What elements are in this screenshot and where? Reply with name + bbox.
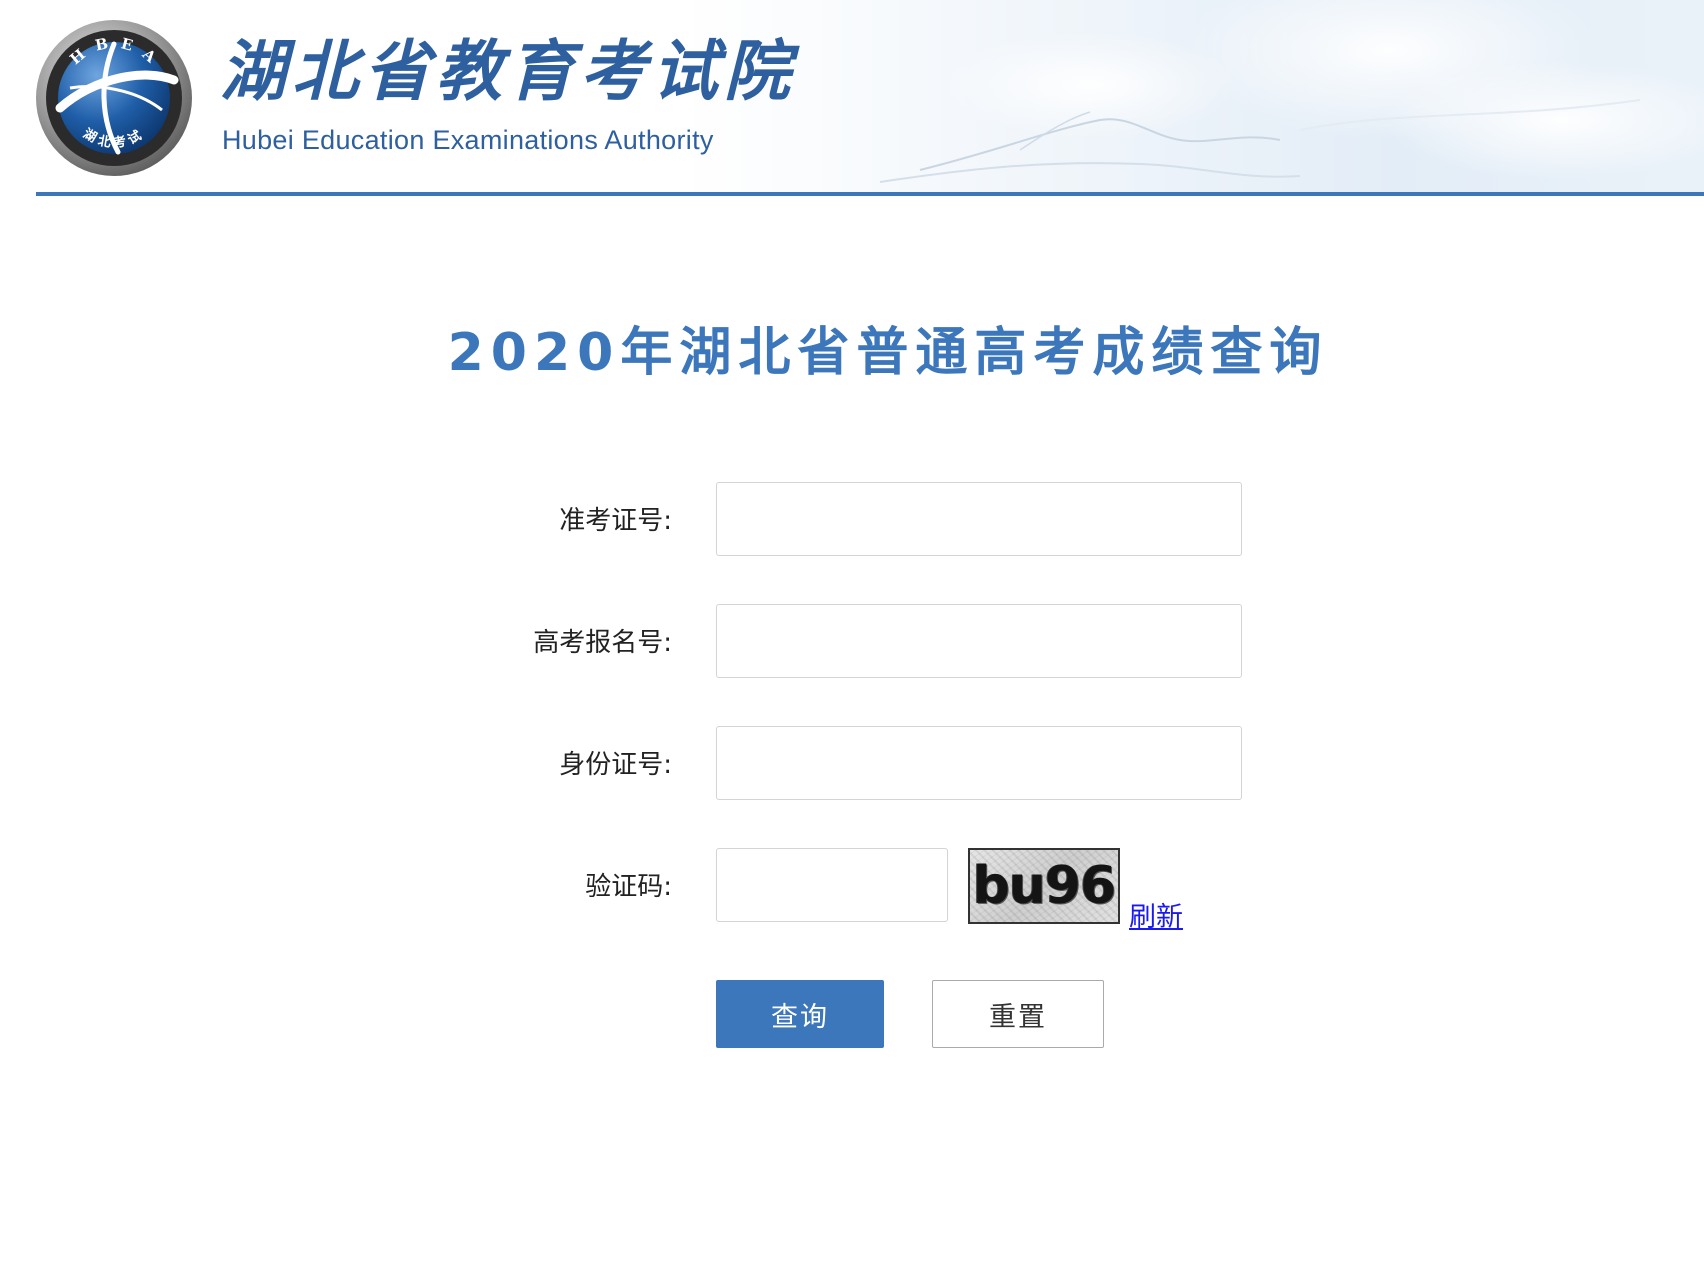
captcha-code: bu96	[972, 856, 1117, 916]
captcha-input[interactable]	[716, 848, 948, 922]
mountain-decoration	[880, 99, 1641, 183]
page: H B E A 湖北考试 湖北省教育考试院 Hubei Education Ex…	[0, 0, 1704, 1288]
id-card-input[interactable]	[716, 726, 1242, 800]
query-button[interactable]: 查询	[716, 980, 884, 1048]
page-title: 2020年湖北省普通高考成绩查询	[447, 323, 1329, 383]
header-divider	[36, 192, 1704, 196]
reset-button[interactable]: 重置	[932, 980, 1104, 1048]
site-title-cn: 湖北省教育考试院	[220, 32, 796, 110]
registration-number-label: 高考报名号:	[533, 628, 672, 658]
hbea-logo-icon: H B E A 湖北考试	[36, 20, 192, 176]
captcha-refresh-link[interactable]: 刷新	[1129, 895, 1183, 934]
captcha-label: 验证码:	[585, 872, 672, 902]
site-title-en: Hubei Education Examinations Authority	[222, 125, 714, 155]
id-card-label: 身份证号:	[559, 750, 672, 780]
registration-number-input[interactable]	[716, 604, 1242, 678]
captcha-image[interactable]: bu96	[968, 848, 1120, 924]
header-banner: H B E A 湖北考试 湖北省教育考试院 Hubei Education Ex…	[0, 0, 1704, 196]
exam-ticket-input[interactable]	[716, 482, 1242, 556]
exam-ticket-label: 准考证号:	[559, 506, 672, 536]
